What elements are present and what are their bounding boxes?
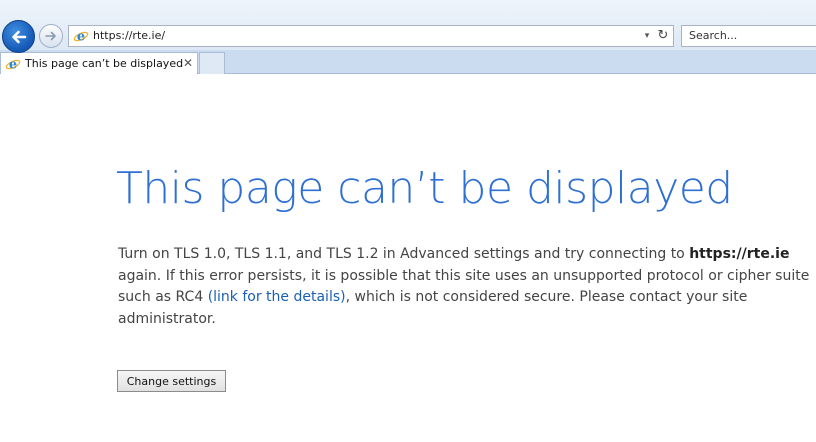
- change-settings-button[interactable]: Change settings: [117, 370, 226, 392]
- back-button[interactable]: [2, 20, 35, 53]
- tab-active[interactable]: e This page can’t be displayed ✕: [0, 52, 198, 74]
- search-input[interactable]: Search...: [689, 29, 737, 42]
- ie-logo-icon: e: [73, 30, 89, 45]
- error-message: Turn on TLS 1.0, TLS 1.1, and TLS 1.2 in…: [118, 244, 812, 330]
- browser-toolbar: e https://rte.ie/ ▾ ↻ Search...: [0, 0, 816, 53]
- back-arrow-icon: [11, 30, 26, 43]
- search-box[interactable]: Search...: [681, 25, 816, 47]
- new-tab-button[interactable]: [199, 52, 225, 74]
- svg-text:e: e: [77, 30, 85, 45]
- svg-text:e: e: [9, 58, 17, 73]
- close-icon[interactable]: ✕: [181, 55, 195, 71]
- host-name: https://rte.ie: [689, 246, 790, 262]
- forward-button[interactable]: [39, 24, 63, 48]
- refresh-icon[interactable]: ↻: [655, 27, 671, 45]
- details-link[interactable]: (link for the details): [208, 289, 346, 305]
- tab-strip: e This page can’t be displayed ✕: [0, 50, 816, 74]
- page-title: This page can’t be displayed: [116, 163, 733, 214]
- tab-title: This page can’t be displayed: [25, 57, 184, 70]
- url-text[interactable]: https://rte.ie/: [93, 29, 165, 42]
- chevron-down-icon[interactable]: ▾: [641, 27, 653, 45]
- ie-logo-icon: e: [5, 58, 21, 73]
- forward-arrow-icon: [45, 31, 56, 41]
- error-text-part1: Turn on TLS 1.0, TLS 1.1, and TLS 1.2 in…: [118, 246, 690, 262]
- address-bar[interactable]: e https://rte.ie/ ▾ ↻: [68, 25, 674, 47]
